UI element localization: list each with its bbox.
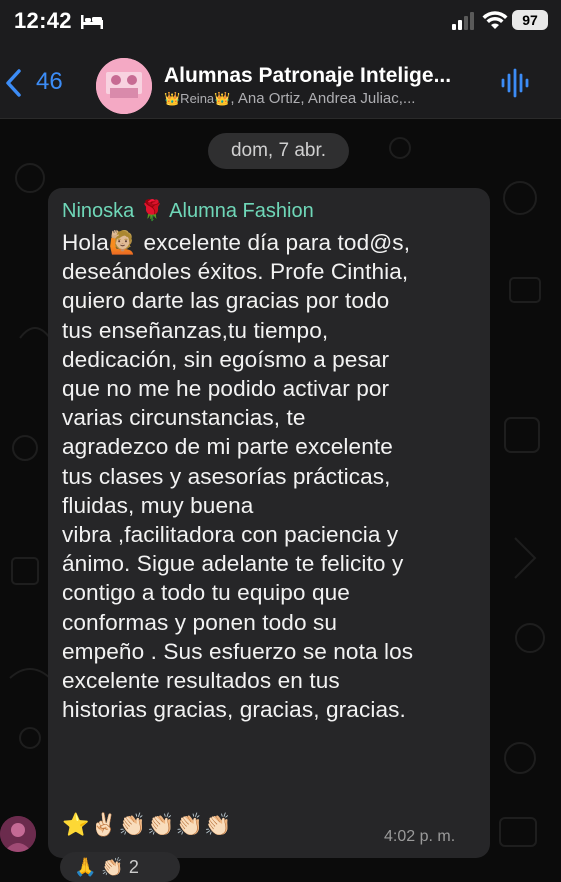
chat-members[interactable]: 👑Reina👑, Ana Ortiz, Andrea Juliac,...: [164, 90, 415, 107]
clock: 12:42: [14, 8, 72, 33]
status-bar: 12:42 97: [0, 0, 561, 44]
members-list: , Ana Ortiz, Andrea Juliac,...: [230, 90, 416, 107]
sender-name[interactable]: Ninoska 🌹 Alumna Fashion: [62, 198, 314, 223]
message-text: Hola🙋🏼 excelente día para tod@s, deseánd…: [62, 230, 414, 723]
cellular-signal-icon: [452, 12, 474, 30]
wifi-icon: [482, 11, 508, 29]
group-avatar[interactable]: [96, 58, 152, 114]
chat-header: 46 Alumnas Patronaje Intelige... 👑Reina👑…: [0, 44, 561, 119]
members-prefix: 👑Reina👑: [164, 91, 231, 106]
message-bubble[interactable]: Ninoska 🌹 Alumna Fashion Hola🙋🏼 excelent…: [48, 188, 490, 858]
message-timestamp: 4:02 p. m.: [384, 828, 456, 845]
message-emojis: ⭐✌🏻👏🏻👏🏻👏🏻👏🏻: [62, 812, 233, 837]
sender-avatar[interactable]: [0, 816, 36, 852]
date-separator: dom, 7 abr.: [208, 133, 349, 169]
unread-count[interactable]: 46: [36, 68, 63, 96]
chat-title[interactable]: Alumnas Patronaje Intelige...: [164, 64, 451, 88]
battery-level: 97: [512, 10, 548, 30]
reaction-bar[interactable]: 🙏 👏🏻 2: [60, 852, 180, 882]
sleep-focus-icon: [81, 15, 103, 29]
chevron-left-icon: [6, 69, 21, 97]
voice-chat-icon[interactable]: [500, 68, 530, 98]
